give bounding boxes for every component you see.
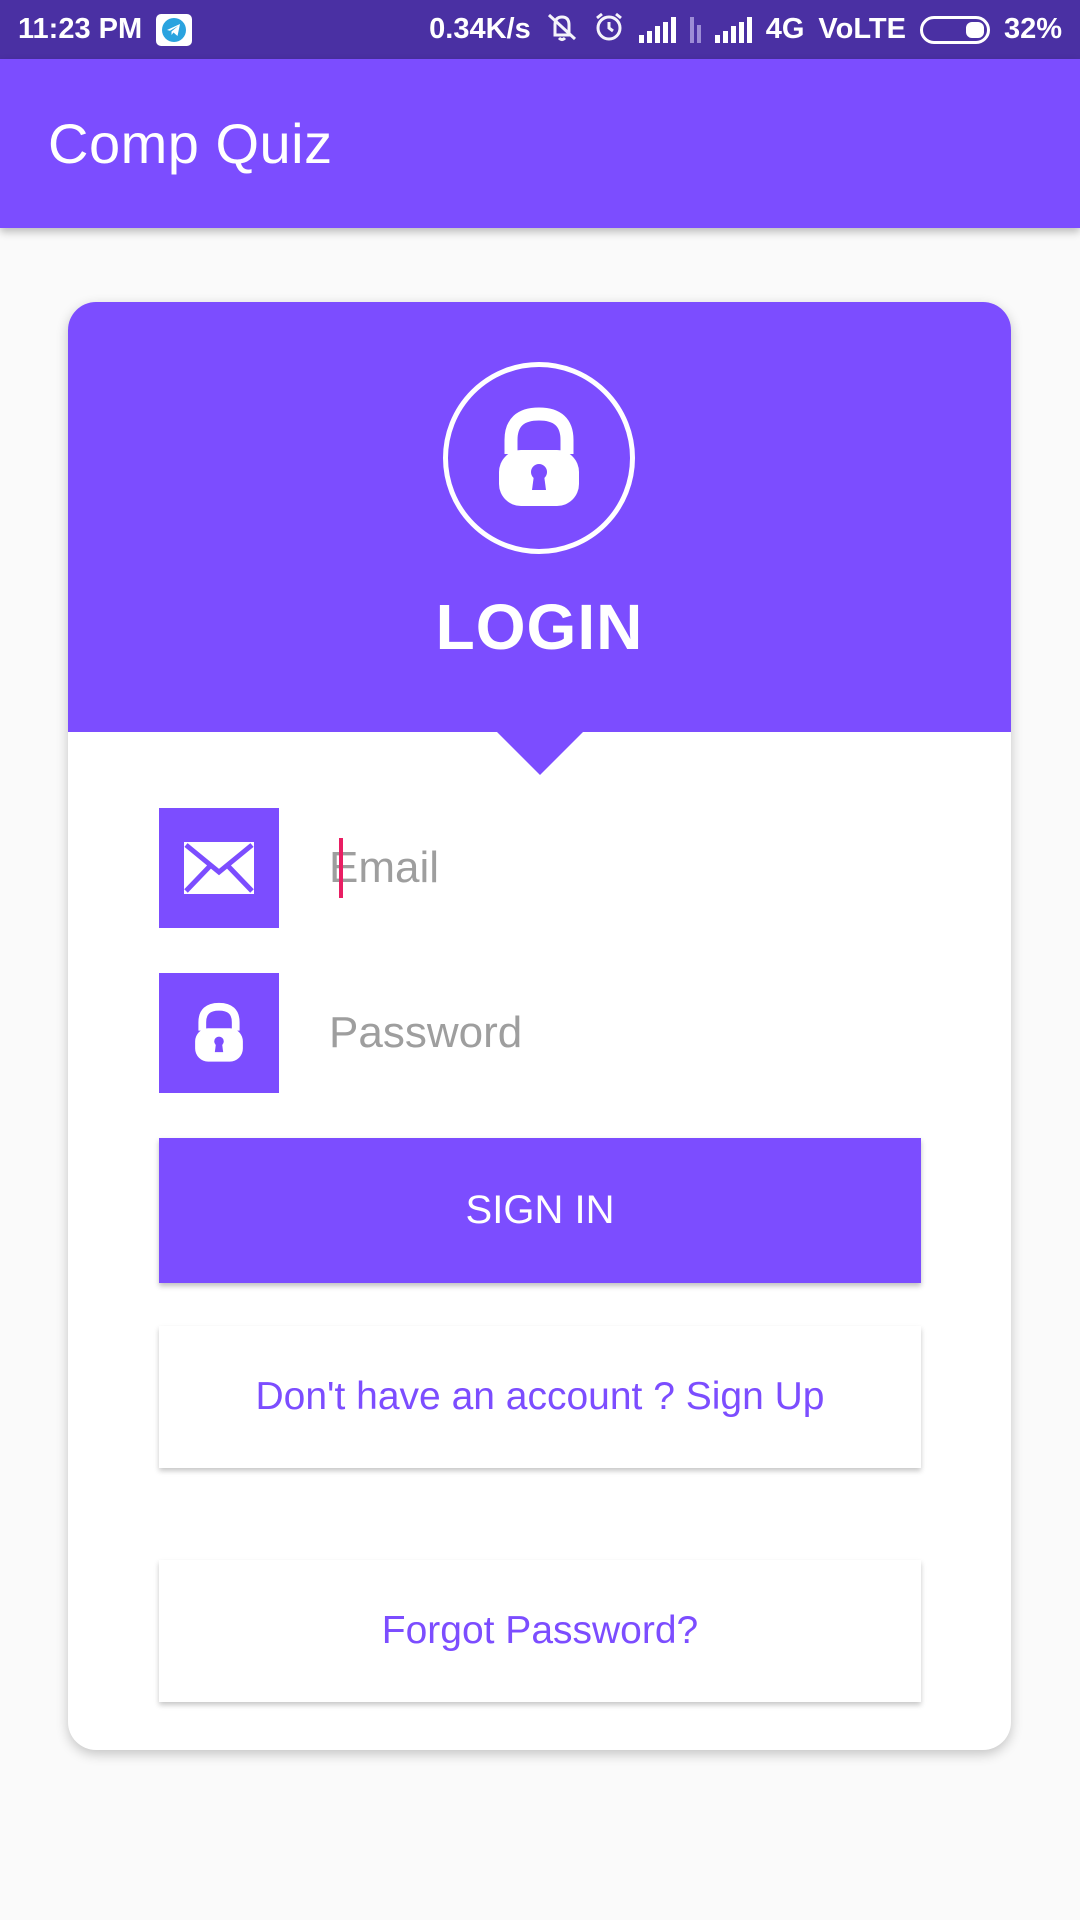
email-row (159, 808, 921, 928)
status-bar: 11:23 PM 0.34K/s 4G VoLTE 32% (0, 0, 1080, 59)
login-card: LOGIN SIGN IN Don't have an account ? Si… (68, 302, 1011, 1750)
password-row (159, 973, 921, 1093)
battery-icon (919, 15, 990, 44)
sign-in-button[interactable]: SIGN IN (159, 1138, 921, 1283)
app-title: Comp Quiz (48, 112, 333, 175)
envelope-icon (159, 808, 279, 928)
sign-up-button[interactable]: Don't have an account ? Sign Up (159, 1326, 921, 1468)
header-pointer (497, 732, 583, 775)
app-bar: Comp Quiz (0, 59, 1080, 228)
volte-label: VoLTE (818, 13, 906, 45)
login-header: LOGIN (68, 302, 1011, 732)
login-title: LOGIN (435, 591, 644, 663)
status-time: 11:23 PM (18, 13, 143, 45)
telegram-icon (156, 13, 193, 46)
email-input[interactable] (329, 828, 909, 908)
status-bar-right: 0.34K/s 4G VoLTE 32% (429, 11, 1062, 48)
lock-icon (159, 973, 279, 1093)
alarm-icon (593, 11, 625, 48)
password-input[interactable] (329, 993, 909, 1073)
mute-vibrate-icon (545, 11, 579, 48)
network-speed: 0.34K/s (429, 13, 531, 45)
lock-icon (443, 362, 635, 554)
text-cursor (339, 838, 343, 898)
network-type: 4G (765, 13, 805, 45)
forgot-password-button[interactable]: Forgot Password? (159, 1560, 921, 1702)
signal-icon (638, 16, 676, 43)
data-arrows-icon (689, 16, 701, 43)
battery-percent: 32% (1003, 13, 1062, 45)
signal-icon (714, 16, 752, 43)
status-bar-left: 11:23 PM (18, 13, 193, 46)
